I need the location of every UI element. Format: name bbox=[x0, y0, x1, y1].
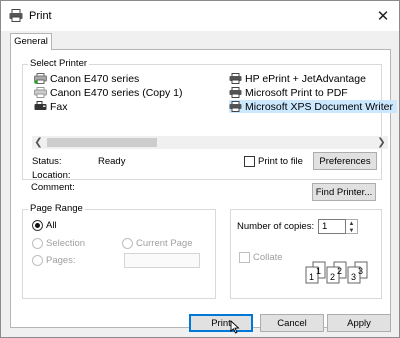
close-icon: ✕ bbox=[376, 8, 390, 25]
tab-general[interactable]: General bbox=[10, 33, 52, 50]
tab-panel-general: Select Printer Canon E470 series Canon E… bbox=[10, 49, 398, 328]
all-label: All bbox=[46, 220, 57, 231]
collate-label: Collate bbox=[253, 252, 283, 263]
collate-pages-icon: 1 1 2 2 3 3 bbox=[305, 261, 368, 284]
collate-page-number: 3 bbox=[351, 272, 356, 282]
collate-page-number: 3 bbox=[358, 266, 363, 276]
chevron-up-icon[interactable]: ▲ bbox=[346, 220, 357, 227]
printer-icon bbox=[229, 73, 242, 84]
copies-input[interactable]: 1 bbox=[318, 219, 346, 234]
selection-label: Selection bbox=[46, 238, 86, 249]
window-title: Print bbox=[29, 10, 52, 22]
print-button[interactable]: Print bbox=[189, 314, 253, 332]
copies-spinner[interactable]: ▲ ▼ bbox=[346, 219, 358, 234]
current-page-label: Current Page bbox=[136, 238, 193, 249]
collate-page-number: 1 bbox=[316, 266, 321, 276]
apply-button[interactable]: Apply bbox=[327, 314, 391, 332]
scroll-right-icon[interactable]: ❯ bbox=[375, 136, 388, 149]
select-printer-group: Select Printer Canon E470 series Canon E… bbox=[22, 58, 398, 181]
fax-icon bbox=[34, 101, 47, 110]
location-label: Location: bbox=[32, 170, 71, 181]
status-value: Ready bbox=[98, 156, 126, 167]
printer-list[interactable]: Canon E470 series Canon E470 series (Cop… bbox=[32, 72, 398, 128]
printer-item-canon-e470[interactable]: Canon E470 series bbox=[34, 72, 143, 85]
print-to-file-checkbox[interactable] bbox=[244, 156, 255, 167]
collate-checkbox[interactable] bbox=[239, 252, 250, 263]
horizontal-scrollbar[interactable]: ❮ ❯ bbox=[32, 136, 388, 149]
printer-item-canon-e470-copy[interactable]: Canon E470 series (Copy 1) bbox=[34, 86, 187, 99]
close-button[interactable]: ✕ bbox=[369, 3, 397, 29]
chevron-down-icon[interactable]: ▼ bbox=[346, 227, 357, 234]
printer-icon bbox=[229, 87, 242, 98]
scrollbar-thumb[interactable] bbox=[47, 138, 157, 147]
printer-icon bbox=[34, 73, 47, 84]
printer-name: HP ePrint + JetAdvantage bbox=[245, 72, 366, 85]
printer-item-ms-print-to-pdf[interactable]: Microsoft Print to PDF bbox=[229, 86, 352, 99]
selection-radio[interactable] bbox=[32, 238, 43, 249]
title-bar: Print ✕ bbox=[1, 1, 399, 31]
printer-icon bbox=[9, 9, 23, 22]
page-range-group: Page Range All Selection Current Page Pa… bbox=[22, 203, 216, 299]
all-radio[interactable] bbox=[32, 220, 43, 231]
collate-page-number: 2 bbox=[330, 272, 335, 282]
printer-icon bbox=[229, 101, 242, 112]
printer-name: Canon E470 series (Copy 1) bbox=[50, 86, 183, 99]
mouse-pointer-icon bbox=[230, 320, 240, 334]
scroll-left-icon[interactable]: ❮ bbox=[32, 136, 45, 149]
pages-radio[interactable] bbox=[32, 255, 43, 266]
preferences-button[interactable]: Preferences bbox=[313, 152, 377, 170]
printer-name: Canon E470 series bbox=[50, 72, 140, 85]
printer-item-ms-xps-writer[interactable]: Microsoft XPS Document Writer bbox=[229, 100, 398, 113]
copies-group: Number of copies: 1 ▲ ▼ Collate 1 1 2 2 … bbox=[230, 209, 382, 299]
cancel-button[interactable]: Cancel bbox=[260, 314, 324, 332]
number-of-copies-label: Number of copies: bbox=[237, 221, 315, 232]
dialog-client: General Select Printer Canon E470 series… bbox=[2, 31, 398, 337]
printer-name: Microsoft XPS Document Writer bbox=[245, 100, 394, 113]
collate-page-number: 1 bbox=[309, 272, 314, 282]
pages-input[interactable] bbox=[124, 253, 200, 268]
page-range-label: Page Range bbox=[28, 203, 85, 215]
print-to-file-label: Print to file bbox=[258, 156, 303, 167]
printer-name: Fax bbox=[50, 100, 68, 113]
collate-page-number: 2 bbox=[337, 266, 342, 276]
comment-label: Comment: bbox=[31, 182, 75, 193]
select-printer-label: Select Printer bbox=[28, 58, 90, 70]
pages-label: Pages: bbox=[46, 255, 76, 266]
find-printer-button[interactable]: Find Printer... bbox=[312, 183, 376, 201]
print-dialog: Print ✕ General Select Printer Canon E47… bbox=[0, 0, 400, 338]
printer-item-fax[interactable]: Fax bbox=[34, 100, 72, 113]
printer-icon bbox=[34, 87, 47, 98]
current-page-radio[interactable] bbox=[122, 238, 133, 249]
status-label: Status: bbox=[32, 156, 62, 167]
printer-name: Microsoft Print to PDF bbox=[245, 86, 348, 99]
printer-item-hp-eprint[interactable]: HP ePrint + JetAdvantage bbox=[229, 72, 370, 85]
